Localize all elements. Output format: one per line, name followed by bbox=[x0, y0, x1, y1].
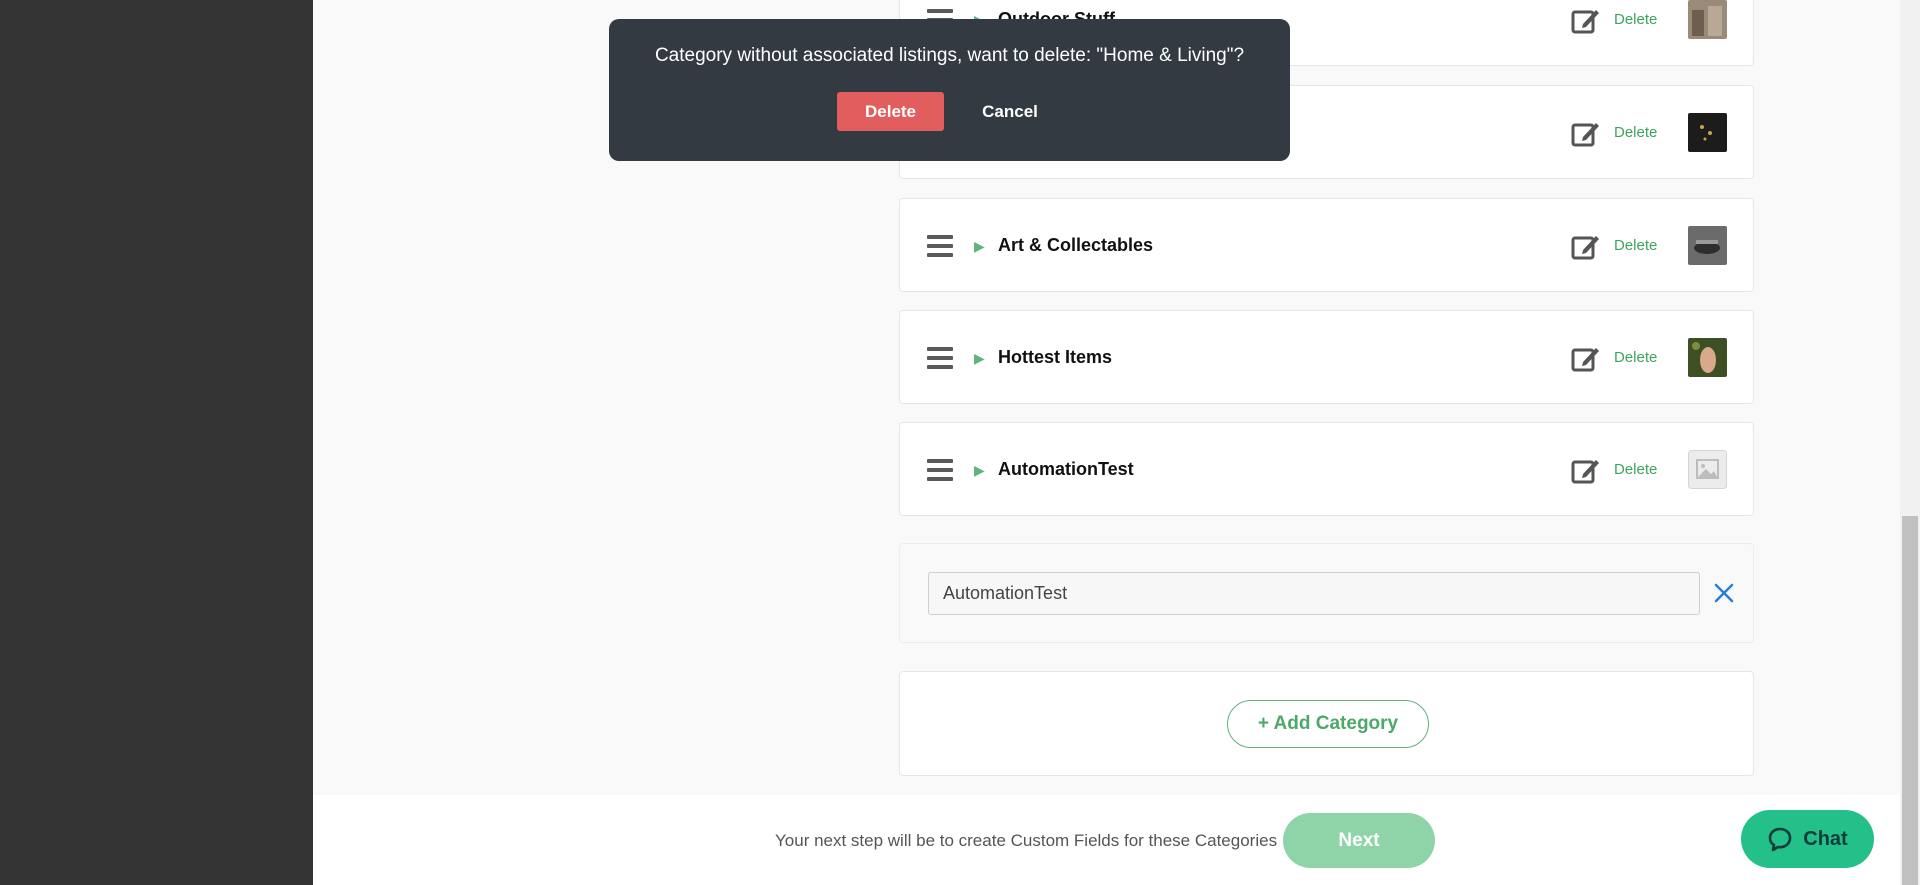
category-name-input[interactable] bbox=[928, 572, 1700, 615]
dialog-message: Category without associated listings, wa… bbox=[654, 45, 1245, 66]
scrollbar-thumb[interactable] bbox=[1902, 516, 1918, 885]
delete-link[interactable]: Delete bbox=[1614, 237, 1657, 254]
delete-link[interactable]: Delete bbox=[1614, 11, 1657, 28]
delete-link[interactable]: Delete bbox=[1614, 461, 1657, 478]
category-name: Art & Collectables bbox=[998, 235, 1154, 255]
delete-confirmation-dialog: Category without associated listings, wa… bbox=[609, 19, 1290, 161]
edit-icon[interactable] bbox=[1571, 344, 1601, 372]
category-row: ▶ Hottest Items Delete bbox=[899, 310, 1754, 404]
category-thumbnail bbox=[1688, 0, 1727, 39]
drag-handle-icon[interactable] bbox=[927, 459, 953, 481]
close-icon[interactable] bbox=[1713, 582, 1735, 604]
next-button[interactable]: Next bbox=[1283, 813, 1435, 868]
expand-arrow-icon[interactable]: ▶ bbox=[974, 348, 985, 368]
confirm-delete-button[interactable]: Delete bbox=[837, 92, 944, 131]
delete-link[interactable]: Delete bbox=[1614, 349, 1657, 366]
expand-arrow-icon[interactable]: ▶ bbox=[974, 460, 985, 480]
chat-button[interactable]: Chat bbox=[1741, 810, 1874, 868]
scrollbar-track[interactable] bbox=[1900, 0, 1920, 885]
image-placeholder-icon bbox=[1688, 450, 1727, 489]
edit-icon[interactable] bbox=[1571, 456, 1601, 484]
chat-label: Chat bbox=[1803, 827, 1848, 850]
chat-bubble-icon bbox=[1768, 827, 1792, 852]
category-name: Hottest Items bbox=[998, 347, 1113, 367]
new-category-form bbox=[899, 543, 1754, 643]
expand-arrow-icon[interactable]: ▶ bbox=[974, 236, 985, 256]
category-row: ▶ AutomationTest Delete bbox=[899, 422, 1754, 516]
delete-link[interactable]: Delete bbox=[1614, 124, 1657, 141]
category-name: AutomationTest bbox=[998, 459, 1134, 479]
category-thumbnail bbox=[1688, 113, 1727, 152]
category-row: ▶ Art & Collectables Delete bbox=[899, 198, 1754, 292]
drag-handle-icon[interactable] bbox=[927, 347, 953, 369]
category-thumbnail bbox=[1688, 226, 1727, 265]
edit-icon[interactable] bbox=[1571, 6, 1601, 34]
cancel-button[interactable]: Cancel bbox=[969, 92, 1051, 131]
footer-bar: Your next step will be to create Custom … bbox=[313, 795, 1900, 885]
category-thumbnail bbox=[1688, 338, 1727, 377]
add-category-section: + Add Category bbox=[899, 671, 1754, 776]
left-sidebar-panel bbox=[0, 0, 313, 885]
add-category-button[interactable]: + Add Category bbox=[1227, 700, 1429, 748]
edit-icon[interactable] bbox=[1571, 119, 1601, 147]
edit-icon[interactable] bbox=[1571, 232, 1601, 260]
next-step-hint: Your next step will be to create Custom … bbox=[775, 831, 1278, 850]
drag-handle-icon[interactable] bbox=[927, 235, 953, 257]
